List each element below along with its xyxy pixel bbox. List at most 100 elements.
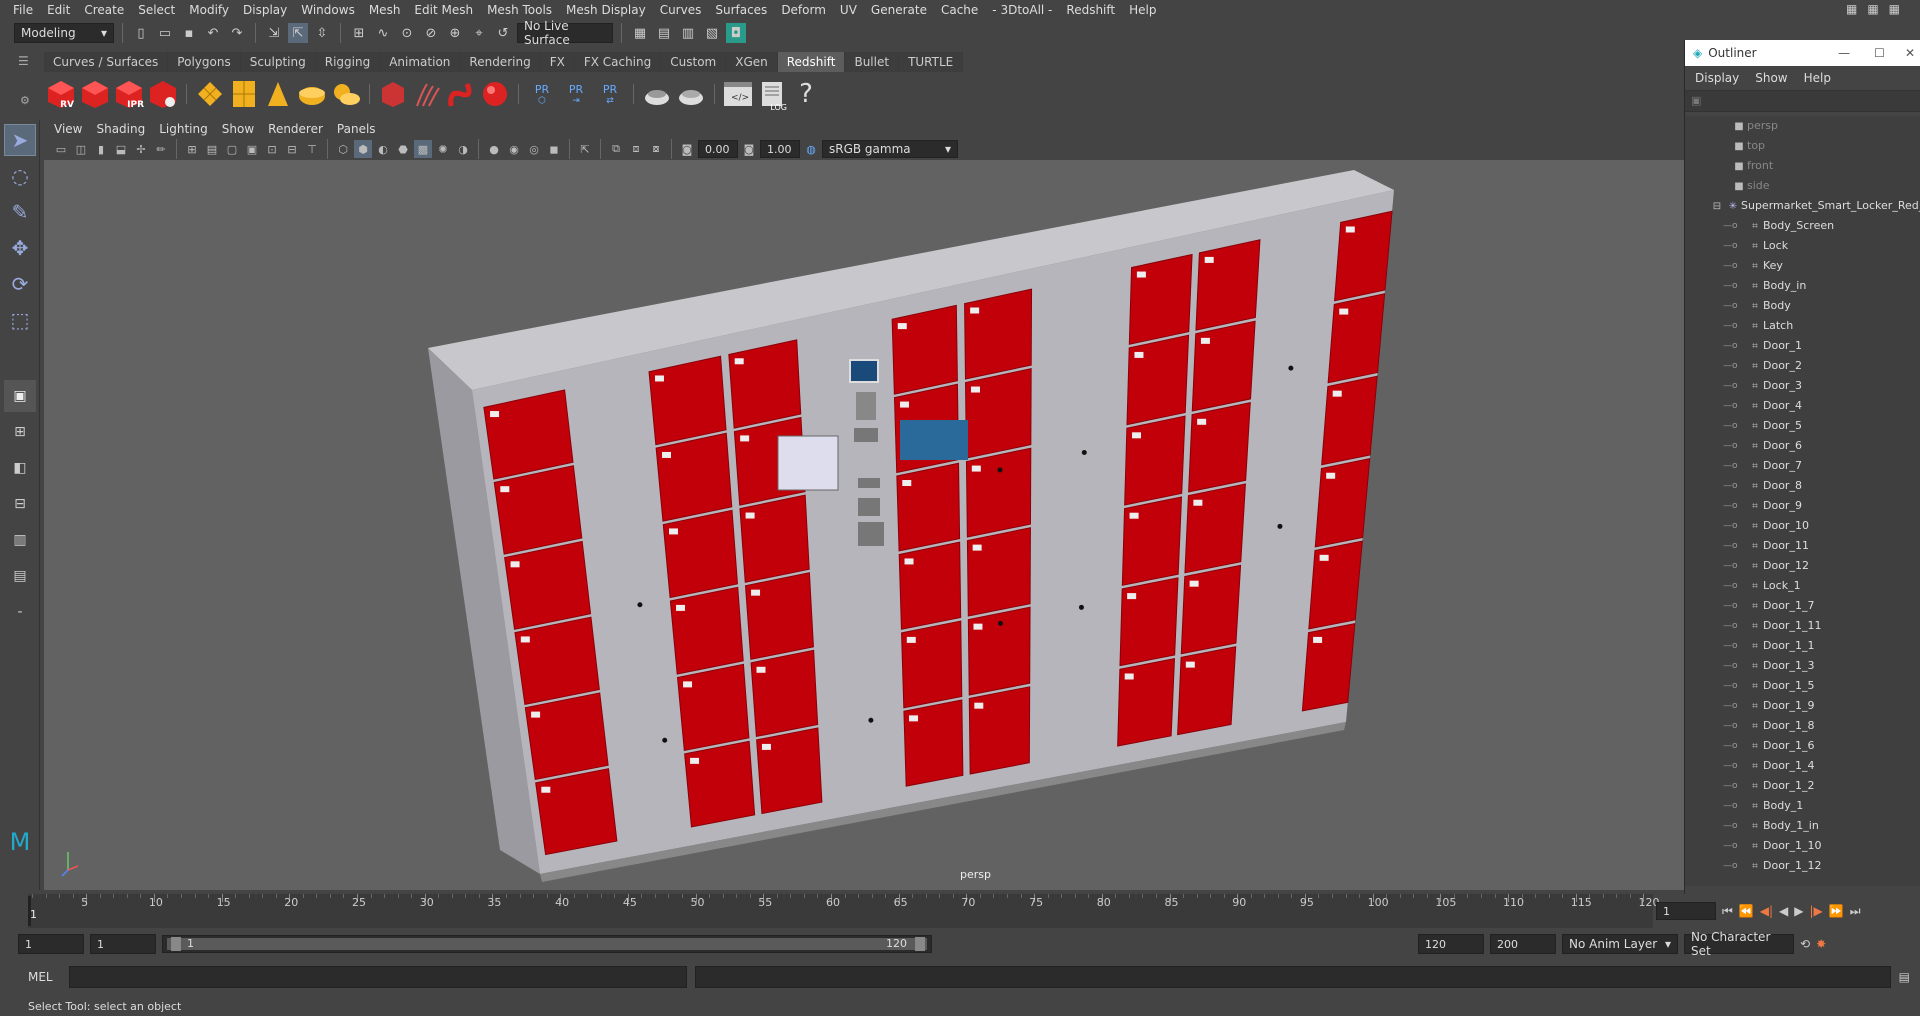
rs-proxy-button[interactable] [378, 78, 408, 110]
layout-icon[interactable]: ▦ [1846, 2, 1857, 16]
isolate-select-icon[interactable]: ⇱ [576, 140, 594, 158]
exposure-field[interactable]: 0.00 [698, 140, 738, 158]
rs-curve-button[interactable] [446, 78, 476, 110]
stacked-layout-icon[interactable]: ▤ [4, 560, 36, 592]
step-forward-icon[interactable]: |▶ [1810, 904, 1823, 918]
shelf-tab[interactable]: Custom [661, 52, 727, 72]
graph-layout-icon[interactable]: ⊟ [4, 488, 36, 520]
rs-pr-object-button[interactable]: PR ⬡ [527, 78, 557, 110]
outliner-mesh-row[interactable]: —o ⌗ Door_1_9 [1685, 696, 1920, 716]
outliner-mesh-row[interactable]: —o ⌗ Lock_1 [1685, 576, 1920, 596]
collapse-icon[interactable]: - [4, 596, 36, 628]
shadows-icon[interactable]: ◑ [454, 140, 472, 158]
outliner-mesh-row[interactable]: —o ⌗ Door_1_6 [1685, 736, 1920, 756]
outliner-menu-item[interactable]: Show [1749, 71, 1793, 85]
open-scene-icon[interactable]: ▭ [155, 23, 175, 43]
outliner-mesh-row[interactable]: —o ⌗ Door_1_5 [1685, 676, 1920, 696]
single-view-layout-icon[interactable]: ▣ [4, 380, 36, 412]
step-back-icon[interactable]: ◀| [1760, 904, 1773, 918]
outliner-mesh-row[interactable]: —o ⌗ Door_2 [1685, 356, 1920, 376]
depth-of-field-icon[interactable]: ◼ [545, 140, 563, 158]
outliner-mesh-row[interactable]: —o ⌗ Door_5 [1685, 416, 1920, 436]
menu-item[interactable]: Select [131, 0, 182, 20]
rs-render-button[interactable] [80, 78, 110, 110]
render-view-icon[interactable]: ▧ [702, 23, 722, 43]
snap-projected-icon[interactable]: ⊘ [421, 23, 441, 43]
motion-blur-icon[interactable]: ◉ [505, 140, 523, 158]
menu-item[interactable]: Modify [182, 0, 236, 20]
menu-item[interactable]: Edit Mesh [407, 0, 480, 20]
xray-joints-icon[interactable]: ⧈ [627, 140, 645, 158]
rs-renderview-button[interactable]: RV [46, 78, 76, 110]
gate-mask-icon[interactable]: ▣ [243, 140, 261, 158]
outliner-menu-item[interactable]: Display [1689, 71, 1745, 85]
rs-ipr-button[interactable]: IPR [114, 78, 144, 110]
menu-item[interactable]: Redshift [1059, 0, 1122, 20]
outliner-mesh-row[interactable]: —o ⌗ Body [1685, 296, 1920, 316]
rs-light-grid-button[interactable] [229, 78, 259, 110]
script-editor-icon[interactable]: ▤ [1899, 970, 1910, 984]
snap-point-icon[interactable]: ⊙ [397, 23, 417, 43]
rs-help-button[interactable]: ? [791, 78, 821, 110]
render-frame-icon[interactable]: ▤ [654, 23, 674, 43]
camera-attributes-icon[interactable]: ◫ [72, 140, 90, 158]
outliner-mesh-row[interactable]: —o ⌗ Door_4 [1685, 396, 1920, 416]
gear-icon[interactable]: ⚙ [20, 94, 34, 108]
viewport-menu-item[interactable]: View [48, 122, 88, 136]
shelf-tab[interactable]: Polygons [168, 52, 241, 72]
xray-icon[interactable]: ⧉ [607, 140, 625, 158]
outliner-menu-item[interactable]: Help [1798, 71, 1837, 85]
shelf-tab[interactable]: FX [540, 52, 575, 72]
menu-item[interactable]: Mesh [362, 0, 408, 20]
outliner-mesh-row[interactable]: —o ⌗ Door_1_8 [1685, 716, 1920, 736]
current-frame-field[interactable]: 1 [1656, 902, 1716, 920]
outliner-mesh-row[interactable]: —o ⌗ Door_3 [1685, 376, 1920, 396]
viewport-menu-item[interactable]: Renderer [262, 122, 329, 136]
redo-icon[interactable]: ↷ [227, 23, 247, 43]
snap-view-icon[interactable]: ⊕ [445, 23, 465, 43]
shelf-tab[interactable]: TURTLE [899, 52, 964, 72]
anim-layer-dropdown[interactable]: No Anim Layer ▾ [1562, 934, 1678, 954]
outliner-mesh-row[interactable]: —o ⌗ Door_1_1 [1685, 636, 1920, 656]
four-view-layout-icon[interactable]: ⊞ [4, 416, 36, 448]
rs-script-button[interactable]: </> [723, 78, 753, 110]
rotate-tool-icon[interactable]: ⟳ [4, 268, 36, 300]
snap-curve-icon[interactable]: ∿ [373, 23, 393, 43]
rs-material-button[interactable] [642, 78, 672, 110]
wireframe-on-shaded-icon[interactable]: ⬣ [394, 140, 412, 158]
outliner-mesh-row[interactable]: —o ⌗ Door_1_2 [1685, 776, 1920, 796]
outliner-root-row[interactable]: ⊟ ✳ Supermarket_Smart_Locker_Red_m [1685, 196, 1920, 216]
shelf-tab[interactable]: XGen [726, 52, 778, 72]
outliner-mesh-row[interactable]: —o ⌗ Body_Screen [1685, 216, 1920, 236]
step-forward-key-icon[interactable]: ⏩ [1829, 904, 1844, 918]
grid-icon[interactable]: ▦ [1889, 2, 1900, 16]
rs-dome-light-button[interactable] [297, 78, 327, 110]
outliner-mesh-row[interactable]: —o ⌗ Body_1 [1685, 796, 1920, 816]
make-live-icon[interactable]: ⌖ [469, 23, 489, 43]
outliner-mesh-row[interactable]: —o ⌗ Door_1 [1685, 336, 1920, 356]
undo-icon[interactable]: ↶ [203, 23, 223, 43]
grease-pencil-icon[interactable]: ✏ [152, 140, 170, 158]
rs-sun-sky-button[interactable] [331, 78, 361, 110]
rs-log-button[interactable]: LOG [757, 78, 787, 112]
wireframe-icon[interactable]: ⬡ [334, 140, 352, 158]
menu-item[interactable]: Cache [934, 0, 985, 20]
outliner-camera-row[interactable]: ■ top [1685, 136, 1920, 156]
menu-item[interactable]: Surfaces [708, 0, 774, 20]
character-set-dropdown[interactable]: No Character Set [1684, 930, 1794, 958]
playback-start-field[interactable]: 1 [90, 934, 156, 954]
lasso-tool-icon[interactable]: ◌ [4, 160, 36, 192]
step-back-key-icon[interactable]: ⏪ [1739, 904, 1754, 918]
outliner-mesh-row[interactable]: —o ⌗ Door_12 [1685, 556, 1920, 576]
field-chart-icon[interactable]: ⊡ [263, 140, 281, 158]
outliner-mesh-row[interactable]: —o ⌗ Key [1685, 256, 1920, 276]
menu-item[interactable]: Create [77, 0, 131, 20]
viewport-menu-item[interactable]: Lighting [153, 122, 214, 136]
rs-material-2-button[interactable] [676, 78, 706, 110]
menu-item[interactable]: Display [236, 0, 294, 20]
safe-action-icon[interactable]: ⊟ [283, 140, 301, 158]
split-layout-icon[interactable]: ▥ [4, 524, 36, 556]
menu-item[interactable]: UV [833, 0, 864, 20]
menu-item[interactable]: Deform [774, 0, 833, 20]
auto-key-icon[interactable]: ⟲ [1800, 937, 1810, 951]
